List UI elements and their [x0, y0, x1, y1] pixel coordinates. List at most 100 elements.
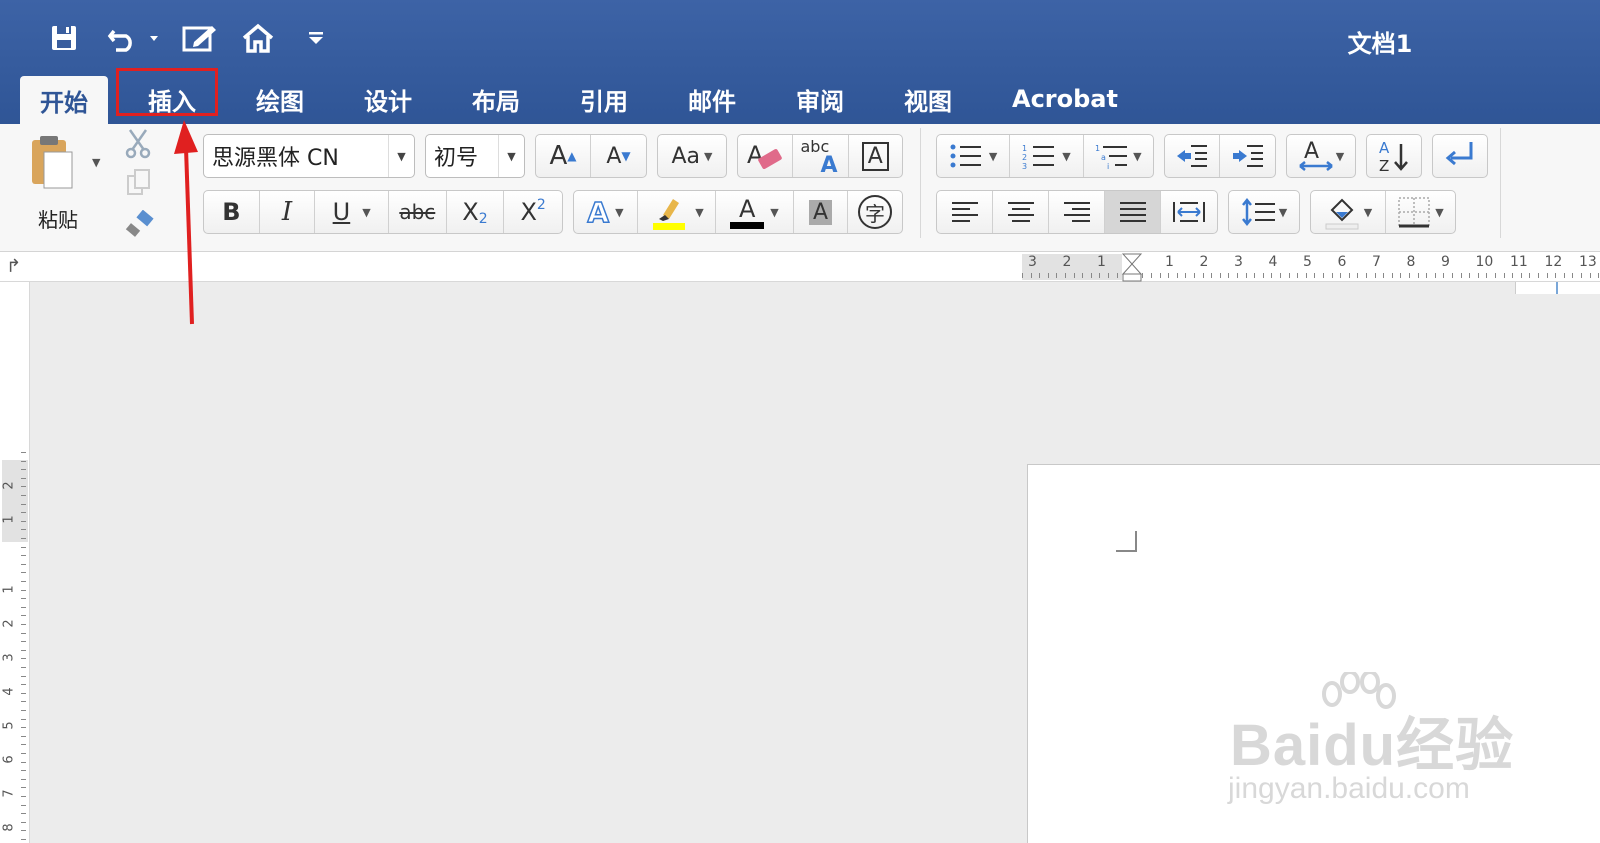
- tab-design[interactable]: 设计: [344, 76, 432, 122]
- bullets-button[interactable]: ▼: [937, 135, 1011, 177]
- tab-insert[interactable]: 插入: [116, 68, 218, 122]
- highlight-dropdown-icon[interactable]: ▼: [695, 206, 703, 219]
- vertical-ruler-tick-mark: [21, 830, 26, 831]
- ruler-tick-mark: [1400, 273, 1401, 278]
- font-color-button[interactable]: A ▼: [716, 191, 794, 233]
- triangle-down-icon: ▼: [621, 149, 631, 163]
- phonetic-guide-button[interactable]: abc A: [793, 135, 849, 178]
- undo-icon[interactable]: [104, 18, 164, 58]
- underline-dropdown-icon[interactable]: ▼: [362, 206, 370, 219]
- ruler-tick-mark: [1435, 273, 1436, 278]
- scissors-icon[interactable]: [122, 126, 158, 162]
- tab-stop-selector-icon[interactable]: ↱: [6, 256, 21, 277]
- line-spacing-button[interactable]: ▼: [1228, 190, 1300, 234]
- shading-button[interactable]: ▼: [1311, 191, 1386, 233]
- shading-dropdown-icon[interactable]: ▼: [1364, 206, 1372, 219]
- ruler-tick-mark: [1504, 273, 1505, 278]
- horizontal-ruler[interactable]: ↱ 3 2 1 1 2 3 4 5 6 7 8 9 10 11 12 13: [0, 252, 1600, 282]
- strikethrough-button[interactable]: abc: [389, 191, 447, 233]
- ruler-tick-mark: [1091, 273, 1092, 278]
- bullets-dropdown-icon[interactable]: ▼: [989, 150, 997, 163]
- decrease-indent-button[interactable]: [1165, 135, 1221, 177]
- ruler-tick-label: 8: [1406, 254, 1416, 270]
- ruler-tick-mark: [1512, 273, 1513, 278]
- change-case-button[interactable]: Aa ▼: [657, 134, 727, 178]
- ruler-tick-mark: [1177, 273, 1178, 278]
- font-name-combo[interactable]: 思源黑体 CN ▼: [203, 134, 415, 178]
- distributed-button[interactable]: [1161, 191, 1217, 233]
- vertical-ruler-tick-mark: [21, 529, 26, 530]
- character-border-button[interactable]: A: [849, 135, 902, 177]
- vertical-ruler-tick-label: 1: [1, 515, 17, 524]
- tab-layout[interactable]: 布局: [452, 76, 540, 122]
- tab-draw[interactable]: 绘图: [236, 76, 324, 122]
- paste-dropdown-icon[interactable]: ▼: [92, 156, 100, 169]
- underline-button[interactable]: U ▼: [315, 191, 389, 233]
- indent-marker-icon[interactable]: [1120, 252, 1144, 282]
- shrink-font-button[interactable]: A ▼: [591, 135, 646, 177]
- paw-logo-icon: [1322, 672, 1396, 709]
- justify-button[interactable]: [1105, 191, 1161, 233]
- ruler-tick-mark: [1357, 273, 1358, 278]
- ruler-tick-mark: [1572, 273, 1573, 278]
- bold-button[interactable]: B: [204, 191, 260, 233]
- tab-acrobat[interactable]: Acrobat: [992, 76, 1138, 122]
- text-effects-dropdown-icon[interactable]: ▼: [615, 206, 623, 219]
- text-effects-button[interactable]: A ▼: [574, 191, 638, 233]
- vertical-ruler-tick-label: 5: [1, 721, 17, 730]
- clear-formatting-button[interactable]: A: [738, 135, 794, 177]
- text-direction-dropdown-icon[interactable]: ▼: [1336, 150, 1344, 163]
- format-painter-icon[interactable]: [124, 209, 158, 244]
- watermark-url: jingyan.baidu.com: [1228, 772, 1470, 805]
- ruler-tick-mark: [1185, 273, 1186, 278]
- font-color-dropdown-icon[interactable]: ▼: [770, 206, 778, 219]
- align-right-button[interactable]: [1049, 191, 1105, 233]
- superscript-button[interactable]: X 2: [504, 191, 562, 233]
- font-size-combo[interactable]: 初号 ▼: [425, 134, 525, 178]
- font-size-dropdown-icon[interactable]: ▼: [498, 135, 524, 177]
- vertical-ruler-tick-mark: [21, 684, 26, 685]
- tab-mailings[interactable]: 邮件: [668, 76, 756, 122]
- copy-icon[interactable]: [126, 168, 156, 200]
- change-case-dropdown-icon[interactable]: ▼: [704, 150, 712, 163]
- tab-view[interactable]: 视图: [884, 76, 972, 122]
- ruler-tick-mark: [1409, 273, 1410, 278]
- paste-button[interactable]: ▼ 粘贴: [22, 132, 102, 232]
- vertical-ruler-tick-mark: [21, 547, 26, 548]
- borders-dropdown-icon[interactable]: ▼: [1435, 206, 1443, 219]
- numbering-button[interactable]: 123 ▼: [1010, 135, 1084, 177]
- subscript-mark: 2: [478, 211, 488, 227]
- ruler-tick-label: 10: [1475, 254, 1494, 270]
- italic-button[interactable]: I: [260, 191, 316, 233]
- tab-home[interactable]: 开始: [20, 76, 108, 124]
- edit-doc-icon[interactable]: [180, 18, 220, 58]
- vertical-ruler[interactable]: 2 1 1 2 3 4 5 6 7 8: [0, 282, 30, 843]
- save-icon[interactable]: [46, 18, 82, 58]
- numbering-dropdown-icon[interactable]: ▼: [1062, 150, 1070, 163]
- grow-font-button[interactable]: A ▲: [536, 135, 592, 177]
- multilevel-list-button[interactable]: 1ai ▼: [1084, 135, 1153, 177]
- align-right-icon: [1063, 202, 1090, 222]
- character-shading-button[interactable]: A: [794, 191, 848, 233]
- align-center-button[interactable]: [993, 191, 1049, 233]
- subscript-button[interactable]: X 2: [447, 191, 505, 233]
- alignment-group: [936, 190, 1218, 234]
- customize-toolbar-icon[interactable]: [304, 18, 328, 58]
- home-icon[interactable]: [240, 18, 276, 58]
- font-name-dropdown-icon[interactable]: ▼: [388, 135, 414, 177]
- align-left-button[interactable]: [937, 191, 993, 233]
- tab-references[interactable]: 引用: [560, 76, 648, 122]
- tab-review[interactable]: 审阅: [776, 76, 864, 122]
- multilevel-dropdown-icon[interactable]: ▼: [1133, 150, 1141, 163]
- borders-button[interactable]: ▼: [1386, 191, 1455, 233]
- ruler-tick-mark: [1254, 273, 1255, 278]
- text-direction-button[interactable]: A ▼: [1286, 134, 1356, 178]
- triangle-up-icon: ▲: [567, 149, 577, 163]
- show-paragraph-marks-button[interactable]: [1432, 134, 1488, 178]
- line-spacing-dropdown-icon[interactable]: ▼: [1279, 206, 1287, 219]
- enclose-characters-button[interactable]: 字: [848, 191, 902, 233]
- increase-indent-button[interactable]: [1220, 135, 1275, 177]
- sort-button[interactable]: AZ: [1366, 134, 1422, 178]
- ruler-tick-label: 2: [1199, 254, 1209, 270]
- highlight-button[interactable]: ▼: [638, 191, 716, 233]
